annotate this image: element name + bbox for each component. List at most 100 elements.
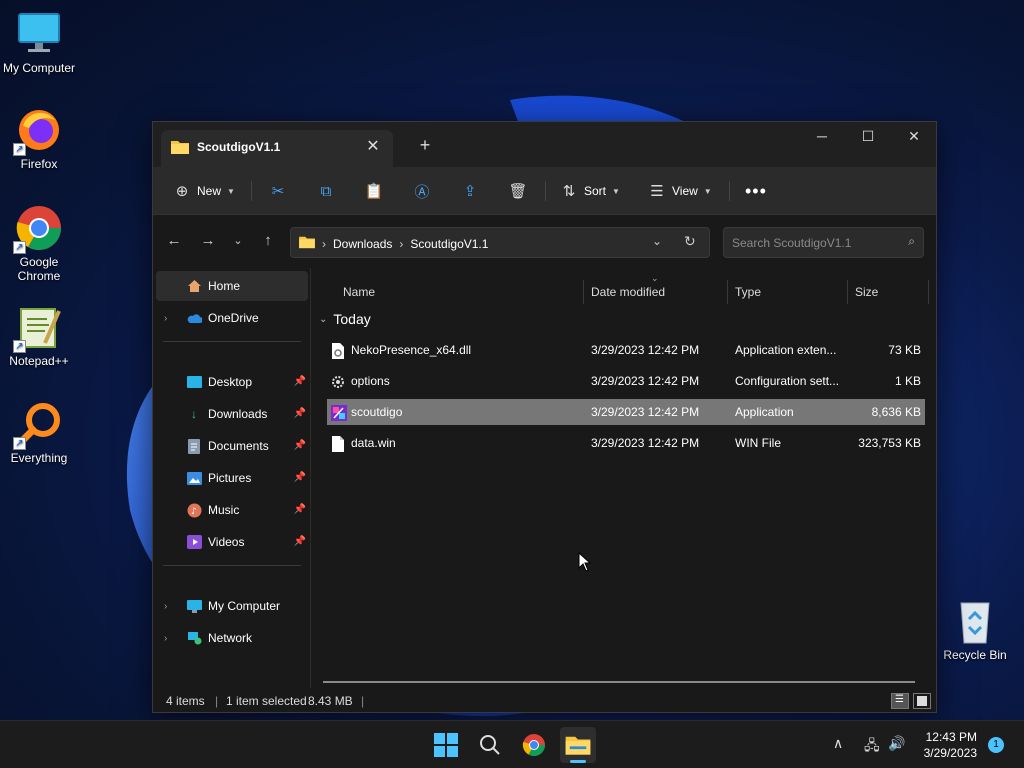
view-button[interactable]: ☰ View ▼ xyxy=(648,177,711,205)
arrow-left-icon: ← xyxy=(166,232,182,249)
cut-button[interactable]: ✂ xyxy=(269,177,287,205)
sidebar-item-home[interactable]: Home xyxy=(156,271,308,301)
pin-icon[interactable]: 📌 xyxy=(294,440,306,451)
pin-icon[interactable]: 📌 xyxy=(294,472,306,483)
taskbar-chrome[interactable] xyxy=(516,727,552,763)
sidebar-item-label: Videos xyxy=(208,535,245,549)
sidebar-item-network[interactable]: › Network xyxy=(156,623,308,653)
folder-icon xyxy=(299,235,315,252)
pin-icon[interactable]: 📌 xyxy=(294,376,306,387)
file-row[interactable]: options 3/29/2023 12:42 PM Configuration s… xyxy=(327,368,925,394)
refresh-icon[interactable]: ↻ xyxy=(684,233,696,250)
rename-button[interactable]: Ⓐ xyxy=(413,177,431,205)
sort-label: Sort xyxy=(584,184,607,198)
copy-button[interactable]: ⧉ xyxy=(317,177,335,205)
recent-locations-button[interactable]: ⌄ xyxy=(227,231,249,253)
more-options-button[interactable]: ••• xyxy=(745,177,767,205)
sidebar-item-desktop[interactable]: Desktop 📌 xyxy=(156,367,308,397)
mouse-cursor-icon xyxy=(578,552,592,572)
file-row[interactable]: NekoPresence_x64.dll 3/29/2023 12:42 PM Ap… xyxy=(327,337,925,363)
address-bar[interactable]: › Downloads › ScoutdigoV1.1 ⌄ ↻ xyxy=(290,227,710,258)
column-header-date[interactable]: Date modified xyxy=(591,278,665,306)
share-button[interactable]: ⇪ xyxy=(461,177,479,205)
column-header-size[interactable]: Size xyxy=(855,278,878,306)
pin-icon[interactable]: 📌 xyxy=(294,536,306,547)
network-icon: 🖧 xyxy=(864,737,880,753)
file-size: 73 KB xyxy=(888,343,921,357)
network-status[interactable]: 🖧 xyxy=(864,735,880,759)
breadcrumb-downloads[interactable]: Downloads xyxy=(333,237,392,251)
search-icon[interactable]: ⌕ xyxy=(908,234,915,249)
up-button[interactable]: ↑ xyxy=(257,231,279,253)
chevron-right-icon: › xyxy=(164,632,168,644)
desktop-icon-everything[interactable]: ↗ Everything xyxy=(1,400,77,465)
back-button[interactable]: ← xyxy=(163,231,185,253)
new-tab-button[interactable]: + xyxy=(413,134,437,158)
tray-overflow-button[interactable]: ∧ xyxy=(833,735,843,752)
column-header-type[interactable]: Type xyxy=(735,278,761,306)
start-button[interactable] xyxy=(428,727,464,763)
clock-date: 3/29/2023 xyxy=(923,746,977,760)
breadcrumb-scoutdigo[interactable]: ScoutdigoV1.1 xyxy=(410,237,488,251)
minimize-button[interactable]: ─ xyxy=(799,122,845,152)
sidebar-item-documents[interactable]: Documents 📌 xyxy=(156,431,308,461)
sidebar-item-pictures[interactable]: Pictures 📌 xyxy=(156,463,308,493)
close-button[interactable]: ✕ xyxy=(891,122,937,152)
details-view-button[interactable]: ☰ xyxy=(891,693,909,709)
group-header-today[interactable]: ⌄ Today xyxy=(319,307,371,331)
file-row[interactable]: data.win 3/29/2023 12:42 PM WIN File 323,75… xyxy=(327,430,925,456)
file-name: NekoPresence_x64.dll xyxy=(351,343,472,357)
sidebar-item-my-computer[interactable]: › My Computer xyxy=(156,591,308,621)
sidebar-item-label: Pictures xyxy=(208,471,252,485)
maximize-button[interactable]: ☐ xyxy=(845,122,891,152)
taskbar-file-explorer[interactable] xyxy=(560,727,596,763)
video-icon xyxy=(186,534,202,550)
desktop-icon-chrome[interactable]: ↗ Google Chrome xyxy=(1,204,77,283)
active-indicator xyxy=(570,760,586,763)
sidebar-item-downloads[interactable]: ↓ Downloads 📌 xyxy=(156,399,308,429)
delete-button[interactable]: 🗑 xyxy=(508,177,527,205)
rename-icon: Ⓐ xyxy=(414,183,430,201)
search-input[interactable] xyxy=(732,234,892,252)
sidebar-item-label: Desktop xyxy=(208,375,253,389)
windows-logo-icon xyxy=(434,733,458,757)
sidebar-item-onedrive[interactable]: › OneDrive xyxy=(156,303,308,333)
desktop-icon-recycle-bin[interactable]: Recycle Bin xyxy=(937,597,1013,662)
plus-circle-icon: ⊕ xyxy=(175,183,189,200)
monitor-icon xyxy=(15,10,63,58)
file-row[interactable]: scoutdigo 3/29/2023 12:42 PM Application 8,… xyxy=(327,399,925,425)
details-view-icon: ☰ xyxy=(895,694,904,705)
pin-icon[interactable]: 📌 xyxy=(294,408,306,419)
file-type: Application exten... xyxy=(735,343,837,357)
notepadpp-icon: ↗ xyxy=(13,303,63,353)
sidebar-item-videos[interactable]: Videos 📌 xyxy=(156,527,308,557)
volume-button[interactable]: 🔊 xyxy=(888,735,905,752)
search-button[interactable] xyxy=(472,727,508,763)
new-button[interactable]: ⊕ New ▼ xyxy=(173,177,235,205)
paste-button[interactable]: 📋 xyxy=(365,177,384,205)
horizontal-scrollbar[interactable] xyxy=(323,681,915,683)
sidebar-item-music[interactable]: ♪ Music 📌 xyxy=(156,495,308,525)
network-icon xyxy=(186,630,202,646)
view-label: View xyxy=(672,184,698,198)
sort-button[interactable]: ⇅ Sort ▼ xyxy=(560,177,620,205)
firefox-icon: ↗ xyxy=(13,106,63,156)
clock[interactable]: 12:43 PM 3/29/2023 xyxy=(924,729,977,761)
sidebar-item-label: Documents xyxy=(208,439,269,453)
column-header-name[interactable]: Name xyxy=(343,278,375,306)
sidebar-item-label: OneDrive xyxy=(208,311,259,325)
taskbar: ∧ 🖧 🔊 12:43 PM 3/29/2023 1 xyxy=(0,720,1024,768)
tab-scoutdigo[interactable]: ScoutdigoV1.1 ✕ xyxy=(161,130,393,167)
desktop-icon-label: My Computer xyxy=(2,61,76,75)
file-size: 1 KB xyxy=(894,374,921,388)
forward-button[interactable]: → xyxy=(197,231,219,253)
desktop-icon-my-computer[interactable]: My Computer xyxy=(1,10,77,75)
notification-badge[interactable]: 1 xyxy=(988,737,1004,753)
tab-close-icon[interactable]: ✕ xyxy=(361,136,385,160)
desktop-icon-label: Notepad++ xyxy=(9,354,69,368)
desktop-icon-firefox[interactable]: ↗ Firefox xyxy=(1,106,77,171)
address-dropdown-icon[interactable]: ⌄ xyxy=(652,234,662,248)
desktop-icon-notepadpp[interactable]: ↗ Notepad++ xyxy=(1,303,77,368)
pin-icon[interactable]: 📌 xyxy=(294,504,306,515)
tiles-view-button[interactable] xyxy=(913,693,931,709)
